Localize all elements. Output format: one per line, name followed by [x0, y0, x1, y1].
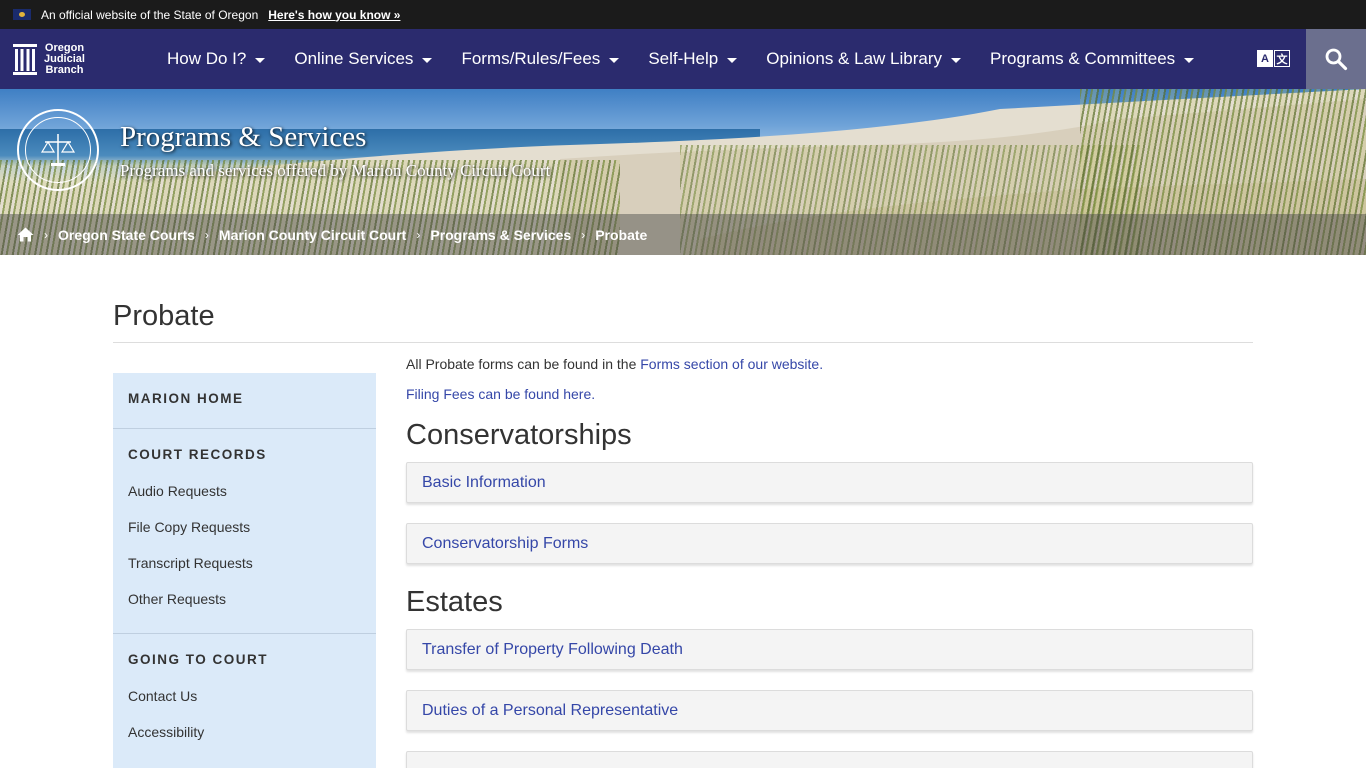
translate-icon-alt: 文	[1274, 50, 1290, 67]
sidebar-court-records[interactable]: COURT RECORDS	[128, 429, 361, 481]
caret-down-icon	[951, 58, 961, 63]
hero-banner: Programs & Services Programs and service…	[0, 89, 1366, 255]
forms-paragraph: All Probate forms can be found in the Fo…	[406, 356, 824, 372]
gov-banner-link[interactable]: Here's how you know »	[268, 8, 400, 22]
accordion-transfer-of-property[interactable]: Transfer of Property Following Death	[406, 629, 1253, 670]
main-content: All Probate forms can be found in the Fo…	[406, 343, 1253, 768]
fees-paragraph: Filing Fees can be found here.	[406, 386, 1253, 402]
breadcrumb: › Oregon State Courts › Marion County Ci…	[0, 214, 1366, 255]
forms-section-link[interactable]: Forms section of our website.	[640, 356, 823, 372]
gov-banner: An official website of the State of Oreg…	[0, 0, 1366, 29]
nav-menu: How Do I? Online Services Forms/Rules/Fe…	[167, 29, 1223, 89]
logo-text: Oregon Judicial Branch	[44, 41, 85, 76]
filing-fees-link[interactable]: Filing Fees can be found here.	[406, 386, 595, 402]
breadcrumb-current: Probate	[595, 226, 648, 243]
translate-button[interactable]: A 文	[1257, 50, 1290, 67]
sidebar-marion-home[interactable]: MARION HOME	[128, 373, 361, 428]
nav-opinions-law-library[interactable]: Opinions & Law Library	[766, 49, 961, 69]
page-content: Probate MARION HOME COURT RECORDS Audio …	[113, 255, 1253, 768]
sidebar-section-going-to-court: GOING TO COURT Contact Us Accessibility	[113, 634, 376, 758]
breadcrumb-separator-icon: ›	[44, 227, 48, 242]
breadcrumb-separator-icon: ›	[204, 227, 209, 242]
page-title: Probate	[113, 255, 1253, 343]
nav-programs-committees[interactable]: Programs & Committees	[990, 49, 1195, 69]
sidebar-item-file-copy-requests[interactable]: File Copy Requests	[128, 517, 361, 553]
sidebar-item-other-requests[interactable]: Other Requests	[128, 589, 361, 625]
courthouse-icon	[13, 44, 37, 75]
sidebar-item-contact-us[interactable]: Contact Us	[128, 686, 361, 722]
nav-online-services[interactable]: Online Services	[294, 49, 433, 69]
accordion-basic-information[interactable]: Basic Information	[406, 462, 1253, 503]
sidebar-item-audio-requests[interactable]: Audio Requests	[128, 481, 361, 517]
caret-down-icon	[255, 58, 266, 63]
caret-down-icon	[422, 58, 433, 63]
translate-icon: A	[1257, 50, 1273, 67]
sidebar-section-court-records: COURT RECORDS Audio Requests File Copy R…	[113, 429, 376, 634]
conservatorships-heading: Conservatorships	[406, 419, 632, 451]
sidebar-item-transcript-requests[interactable]: Transcript Requests	[128, 553, 361, 589]
caret-down-icon	[609, 58, 620, 63]
sidebar: MARION HOME COURT RECORDS Audio Requests…	[113, 373, 376, 768]
breadcrumb-separator-icon: ›	[416, 227, 421, 242]
sidebar-item-accessibility[interactable]: Accessibility	[128, 722, 361, 758]
home-icon[interactable]	[17, 227, 34, 242]
estates-heading: Estates	[406, 586, 503, 618]
accordion-conservatorship-forms[interactable]: Conservatorship Forms	[406, 523, 1253, 564]
breadcrumb-programs-services[interactable]: Programs & Services	[430, 227, 571, 243]
sidebar-section-home: MARION HOME	[113, 373, 376, 429]
site-logo[interactable]: Oregon Judicial Branch	[0, 29, 167, 89]
breadcrumb-oregon-state-courts[interactable]: Oregon State Courts	[58, 227, 195, 243]
accordion-duties-personal-representative[interactable]: Duties of a Personal Representative	[406, 690, 1253, 731]
judicial-department-seal-icon	[17, 109, 99, 191]
caret-down-icon	[1184, 58, 1195, 63]
breadcrumb-separator-icon: ›	[581, 227, 586, 242]
accordion-next-item[interactable]	[406, 751, 1253, 768]
hero-title: Programs & Services	[120, 121, 367, 153]
caret-down-icon	[727, 58, 738, 63]
nav-how-do-i[interactable]: How Do I?	[167, 49, 266, 69]
sidebar-going-to-court[interactable]: GOING TO COURT	[128, 634, 361, 686]
search-icon	[1325, 48, 1348, 71]
oregon-flag-icon	[13, 9, 31, 20]
nav-forms-rules-fees[interactable]: Forms/Rules/Fees	[461, 49, 620, 69]
nav-self-help[interactable]: Self-Help	[648, 49, 738, 69]
search-button[interactable]	[1306, 29, 1366, 89]
hero-subtitle: Programs and services offered by Marion …	[120, 161, 551, 180]
main-navbar: Oregon Judicial Branch How Do I? Online …	[0, 29, 1366, 89]
breadcrumb-marion-county[interactable]: Marion County Circuit Court	[219, 227, 406, 243]
gov-banner-text: An official website of the State of Oreg…	[41, 7, 259, 22]
